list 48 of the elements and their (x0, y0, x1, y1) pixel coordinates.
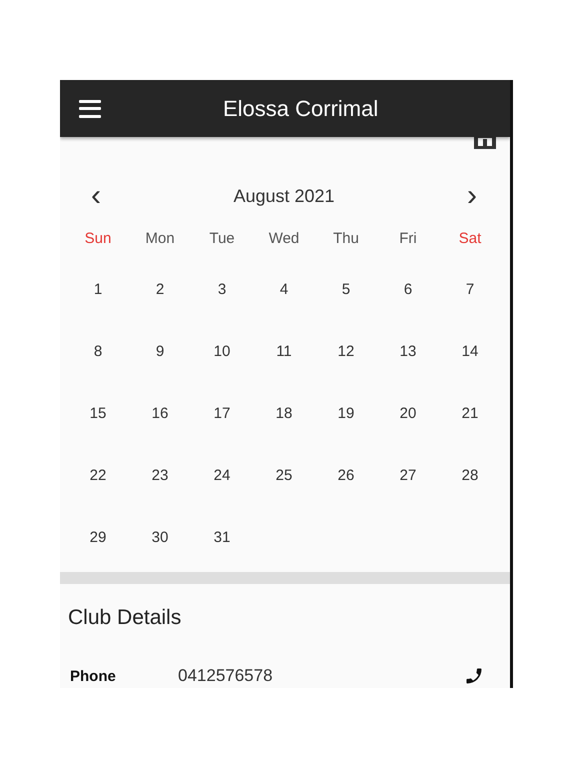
previous-month-button[interactable]: ‹ (87, 181, 105, 211)
bar-chart-icon[interactable] (474, 135, 496, 149)
weekday-label: Wed (268, 228, 300, 248)
calendar-day[interactable]: 17 (202, 382, 242, 444)
calendar-day[interactable]: 23 (140, 444, 180, 506)
phone-icon[interactable] (464, 666, 484, 686)
calendar-day[interactable]: 6 (388, 258, 428, 320)
calendar-day[interactable]: 9 (140, 320, 180, 382)
weekday-label: Fri (399, 228, 417, 248)
calendar-day[interactable]: 3 (202, 258, 242, 320)
calendar-day[interactable]: 16 (140, 382, 180, 444)
calendar-day[interactable]: 4 (264, 258, 304, 320)
calendar-day[interactable]: 5 (326, 258, 366, 320)
calendar-day[interactable]: 31 (202, 506, 242, 568)
calendar-day[interactable]: 2 (140, 258, 180, 320)
calendar-day[interactable]: 19 (326, 382, 366, 444)
app-title: Elossa Corrimal (223, 96, 378, 122)
weekday-label: Tue (209, 228, 235, 248)
calendar-day[interactable]: 18 (264, 382, 304, 444)
menu-icon[interactable] (79, 100, 101, 118)
calendar-day[interactable]: 28 (450, 444, 490, 506)
calendar-day[interactable]: 12 (326, 320, 366, 382)
calendar-day[interactable]: 20 (388, 382, 428, 444)
calendar-day[interactable]: 25 (264, 444, 304, 506)
detail-value: 0412576578 (178, 666, 274, 686)
month-title: August 2021 (233, 186, 335, 206)
weekday-label: Sun (84, 228, 112, 248)
calendar-day[interactable]: 11 (264, 320, 304, 382)
calendar-day[interactable]: 13 (388, 320, 428, 382)
calendar-day[interactable]: 22 (78, 444, 118, 506)
section-title: Club Details (68, 606, 182, 630)
weekday-label: Thu (333, 228, 359, 248)
calendar-day[interactable]: 15 (78, 382, 118, 444)
calendar-day[interactable]: 8 (78, 320, 118, 382)
weekday-label: Sat (458, 228, 482, 248)
calendar-day[interactable]: 1 (78, 258, 118, 320)
calendar-day[interactable]: 29 (78, 506, 118, 568)
weekday-label: Mon (145, 228, 175, 248)
calendar-day[interactable]: 24 (202, 444, 242, 506)
calendar-day[interactable]: 30 (140, 506, 180, 568)
calendar-day[interactable]: 14 (450, 320, 490, 382)
next-month-button[interactable]: › (463, 181, 481, 211)
calendar-day[interactable]: 27 (388, 444, 428, 506)
detail-label: Phone (70, 668, 117, 684)
calendar-day[interactable]: 7 (450, 258, 490, 320)
calendar-day[interactable]: 26 (326, 444, 366, 506)
calendar-day[interactable]: 10 (202, 320, 242, 382)
calendar-day[interactable]: 21 (450, 382, 490, 444)
